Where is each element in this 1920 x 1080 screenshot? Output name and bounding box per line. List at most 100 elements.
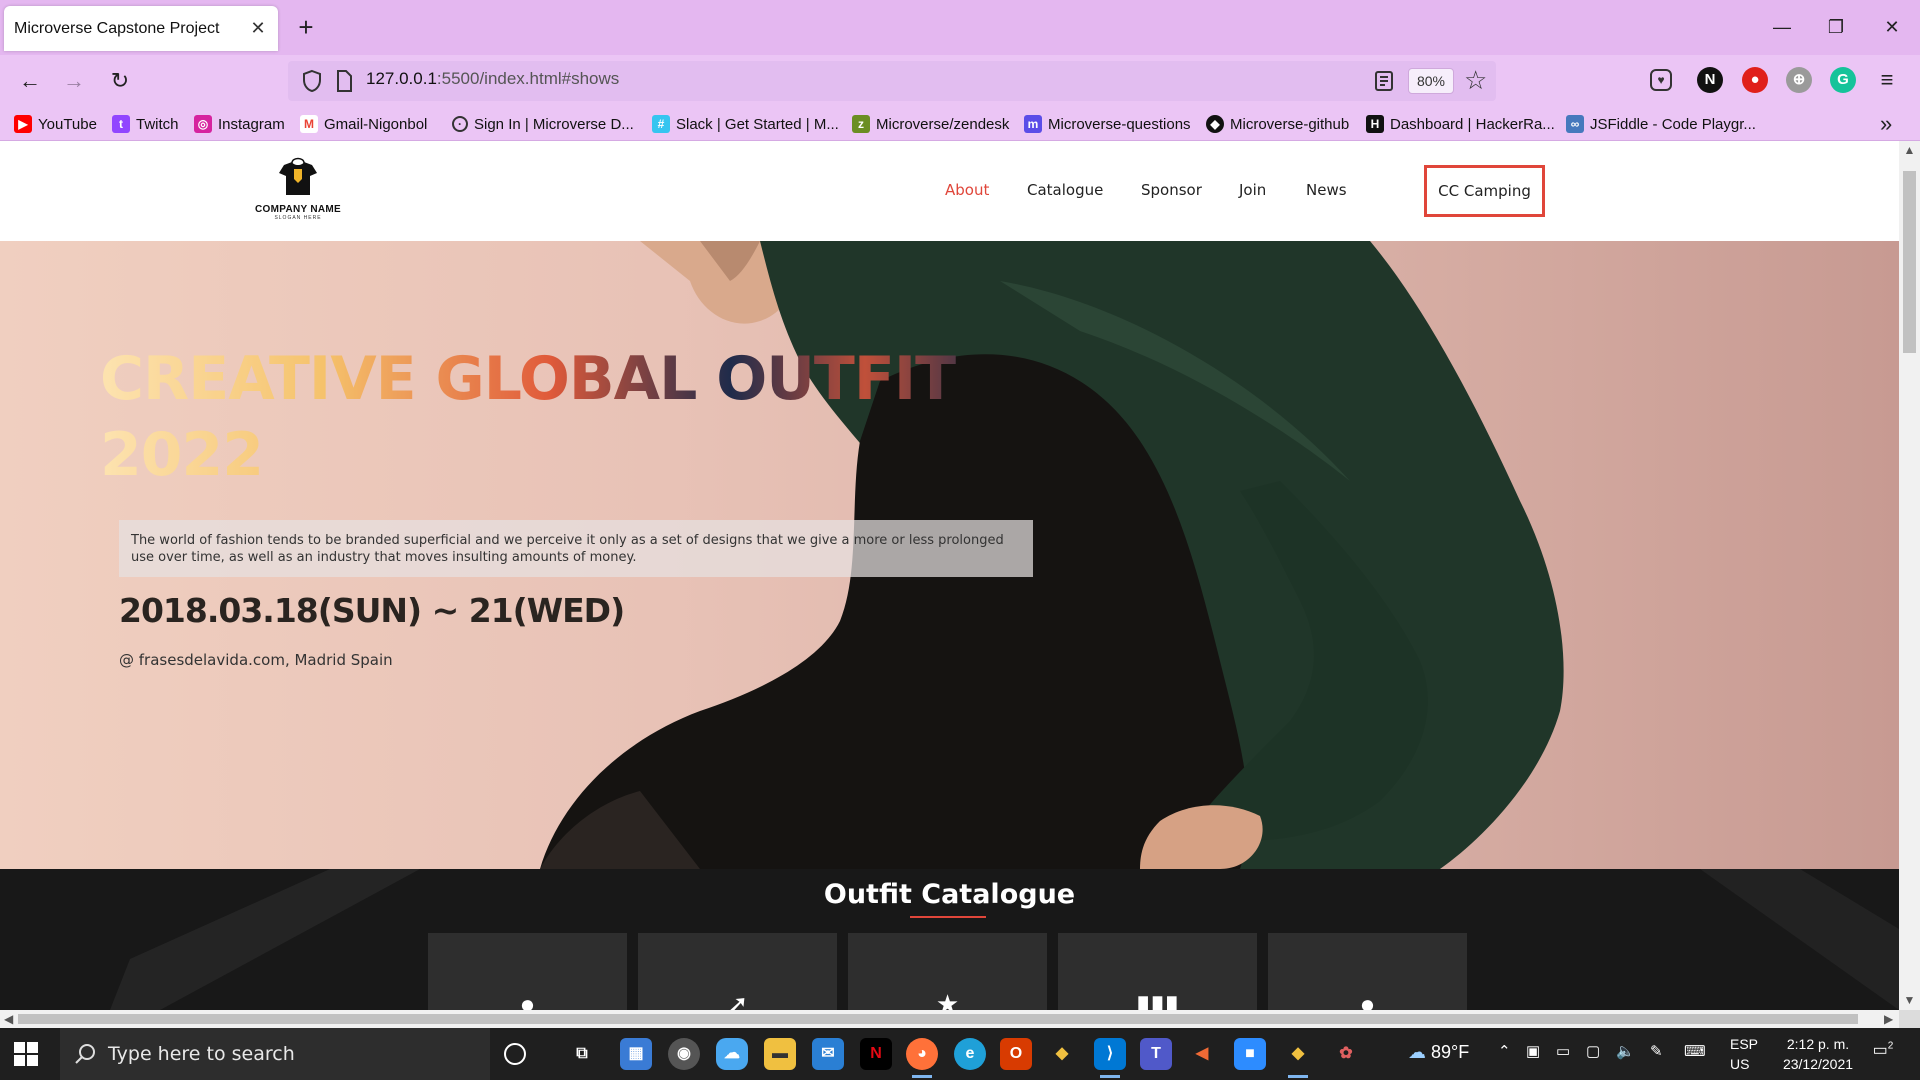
nav-link-join[interactable]: Join [1239, 181, 1266, 199]
bookmarks-bar: ▶ YouTube t Twitch ◎ Instagram M Gmail-Nigon… [0, 107, 1920, 141]
system-clock[interactable]: 2:12 p. m. 23/12/2021 [1768, 1034, 1868, 1074]
hero-date: 2018.03.18(SUN) ~ 21(WED) [119, 591, 625, 630]
bookmark-microverse-signin[interactable]: · Sign In | Microverse D... [452, 113, 634, 135]
nav-link-catalogue[interactable]: Catalogue [1027, 181, 1103, 199]
microsoft-store-icon[interactable]: ▦ [620, 1038, 652, 1070]
bookmark-star-icon[interactable]: ☆ [1464, 65, 1487, 96]
browser-nav-bar: ← → ↻ 127.0.0.1:5500/index.html#shows 80… [0, 55, 1920, 107]
zoom-level-badge[interactable]: 80% [1408, 68, 1454, 94]
weather-widget[interactable]: ☁ 89°F [1408, 1042, 1469, 1063]
sourcetree-icon[interactable]: ◆ [1282, 1038, 1314, 1078]
office-icon[interactable]: O [1000, 1038, 1032, 1070]
catalogue-card-3[interactable]: ★ [848, 933, 1047, 1010]
reload-icon[interactable]: ↻ [102, 65, 138, 97]
speaker-app-icon[interactable]: ◀ [1186, 1038, 1218, 1070]
tshirt-bag-icon [279, 157, 317, 195]
scrollbar-corner [1899, 1010, 1920, 1028]
url-bar[interactable]: 127.0.0.1:5500/index.html#shows 80% ☆ [288, 61, 1496, 101]
bookmark-label: Instagram [218, 115, 285, 133]
notification-center-icon[interactable]: ▭2 [1868, 1040, 1898, 1068]
edge-icon[interactable]: e [954, 1038, 986, 1070]
firefox-icon[interactable]: ◕ [906, 1038, 938, 1078]
tray-chevron-icon[interactable]: ⌃ [1498, 1042, 1511, 1060]
twitch-icon: t [112, 115, 130, 133]
task-view-icon[interactable]: ⧉ [566, 1038, 598, 1070]
network-icon[interactable]: ▢ [1586, 1042, 1600, 1060]
scroll-left-icon[interactable]: ◀ [4, 1010, 13, 1028]
taskbar-search-box[interactable]: Type here to search [60, 1028, 490, 1080]
notification-count: 2 [1887, 1040, 1894, 1052]
back-icon[interactable]: ← [12, 65, 48, 97]
bookmark-microverse-github[interactable]: ◆ Microverse-github [1206, 113, 1349, 135]
site-header: COMPANY NAME SLOGAN HERE About Catalogue… [0, 141, 1899, 241]
nav-link-sponsor[interactable]: Sponsor [1141, 181, 1202, 199]
vertical-scrollbar[interactable]: ▲ ▼ [1899, 141, 1920, 1010]
volume-icon[interactable]: 🔈 [1616, 1042, 1635, 1060]
keyboard-icon[interactable]: ⌨ [1684, 1042, 1706, 1060]
page-icon[interactable] [334, 69, 354, 93]
adblock-extension-icon[interactable]: ● [1742, 67, 1768, 93]
scroll-up-icon[interactable]: ▲ [1899, 143, 1920, 157]
star-icon: ★ [935, 989, 960, 1010]
vertical-scroll-thumb[interactable] [1903, 171, 1916, 353]
bookmark-instagram[interactable]: ◎ Instagram [194, 113, 285, 135]
pocket-icon[interactable]: ♥ [1650, 69, 1672, 91]
menu-icon[interactable]: ≡ [1874, 67, 1900, 93]
catalogue-card-4[interactable]: ▮▮▮ [1058, 933, 1257, 1010]
hackerrank-icon: H [1366, 115, 1384, 133]
netflix-icon[interactable]: N [860, 1038, 892, 1070]
file-explorer-icon[interactable]: ▬ [764, 1038, 796, 1070]
url-text[interactable]: 127.0.0.1:5500/index.html#shows [366, 69, 619, 89]
restore-icon[interactable]: ❐ [1816, 12, 1856, 44]
catalogue-card-2[interactable]: ➚ [638, 933, 837, 1010]
language-code: ESP [1730, 1036, 1759, 1052]
grammarly-extension-icon[interactable]: G [1830, 67, 1856, 93]
url-host: 127.0.0.1 [366, 69, 437, 88]
new-tab-icon[interactable]: + [290, 12, 322, 44]
scroll-right-icon[interactable]: ▶ [1884, 1010, 1893, 1028]
nav-link-news[interactable]: News [1306, 181, 1347, 199]
bookmark-jsfiddle[interactable]: ∞ JSFiddle - Code Playgr... [1566, 113, 1756, 135]
catalogue-card-5[interactable]: ● [1268, 933, 1467, 1010]
bookmark-microverse-questions[interactable]: m Microverse-questions [1024, 113, 1191, 135]
windows-start-icon[interactable] [14, 1042, 38, 1066]
notion-extension-icon[interactable]: N [1697, 67, 1723, 93]
paint-icon[interactable]: ✿ [1330, 1038, 1362, 1070]
reader-view-icon[interactable] [1372, 69, 1396, 93]
horizontal-scroll-thumb[interactable] [18, 1014, 1858, 1024]
bookmark-zendesk[interactable]: z Microverse/zendesk [852, 113, 1009, 135]
bookmark-youtube[interactable]: ▶ YouTube [14, 113, 97, 135]
input-language[interactable]: ESP US [1730, 1034, 1758, 1074]
tab-microverse-capstone[interactable]: Microverse Capstone Project ✕ [4, 6, 278, 51]
shield-icon[interactable] [302, 69, 322, 93]
meet-now-icon[interactable]: ▣ [1526, 1042, 1540, 1060]
scroll-down-icon[interactable]: ▼ [1899, 993, 1920, 1007]
cortana-icon[interactable] [504, 1043, 526, 1065]
windows-taskbar: Type here to search ⧉ ▦ ◉ ☁ ▬ ✉ N ◕ e O … [0, 1028, 1920, 1080]
vpn-extension-icon[interactable]: ⊕ [1786, 67, 1812, 93]
bookmark-hackerrank[interactable]: H Dashboard | HackerRa... [1366, 113, 1555, 135]
zoom-app-icon[interactable]: ■ [1234, 1038, 1266, 1070]
catalogue-card-1[interactable]: ● [428, 933, 627, 1010]
pen-icon[interactable]: ✎ [1650, 1042, 1663, 1060]
close-tab-icon[interactable]: ✕ [248, 18, 268, 39]
bookmark-slack[interactable]: # Slack | Get Started | M... [652, 113, 839, 135]
window-close-icon[interactable]: ✕ [1872, 12, 1912, 44]
bookmark-gmail[interactable]: M Gmail-Nigonbol [300, 113, 427, 135]
cc-camping-button[interactable]: CC Camping [1424, 165, 1545, 217]
onedrive-icon[interactable]: ☁ [716, 1038, 748, 1070]
minimize-icon[interactable]: — [1762, 12, 1802, 44]
forward-icon[interactable]: → [56, 65, 92, 97]
git-kraken-icon[interactable]: ◆ [1046, 1038, 1078, 1070]
battery-icon[interactable]: ▭ [1556, 1042, 1570, 1060]
bookmark-twitch[interactable]: t Twitch [112, 113, 179, 135]
obs-icon[interactable]: ◉ [668, 1038, 700, 1070]
vscode-icon[interactable]: ⟩ [1094, 1038, 1126, 1078]
company-logo[interactable]: COMPANY NAME SLOGAN HERE [246, 155, 350, 235]
mail-icon[interactable]: ✉ [812, 1038, 844, 1070]
more-bookmarks-icon[interactable]: » [1880, 111, 1892, 137]
horizontal-scrollbar[interactable]: ◀ ▶ [0, 1010, 1899, 1028]
bookmark-label: Microverse/zendesk [876, 115, 1010, 133]
nav-link-about[interactable]: About [945, 181, 989, 199]
teams-icon[interactable]: T [1140, 1038, 1172, 1070]
